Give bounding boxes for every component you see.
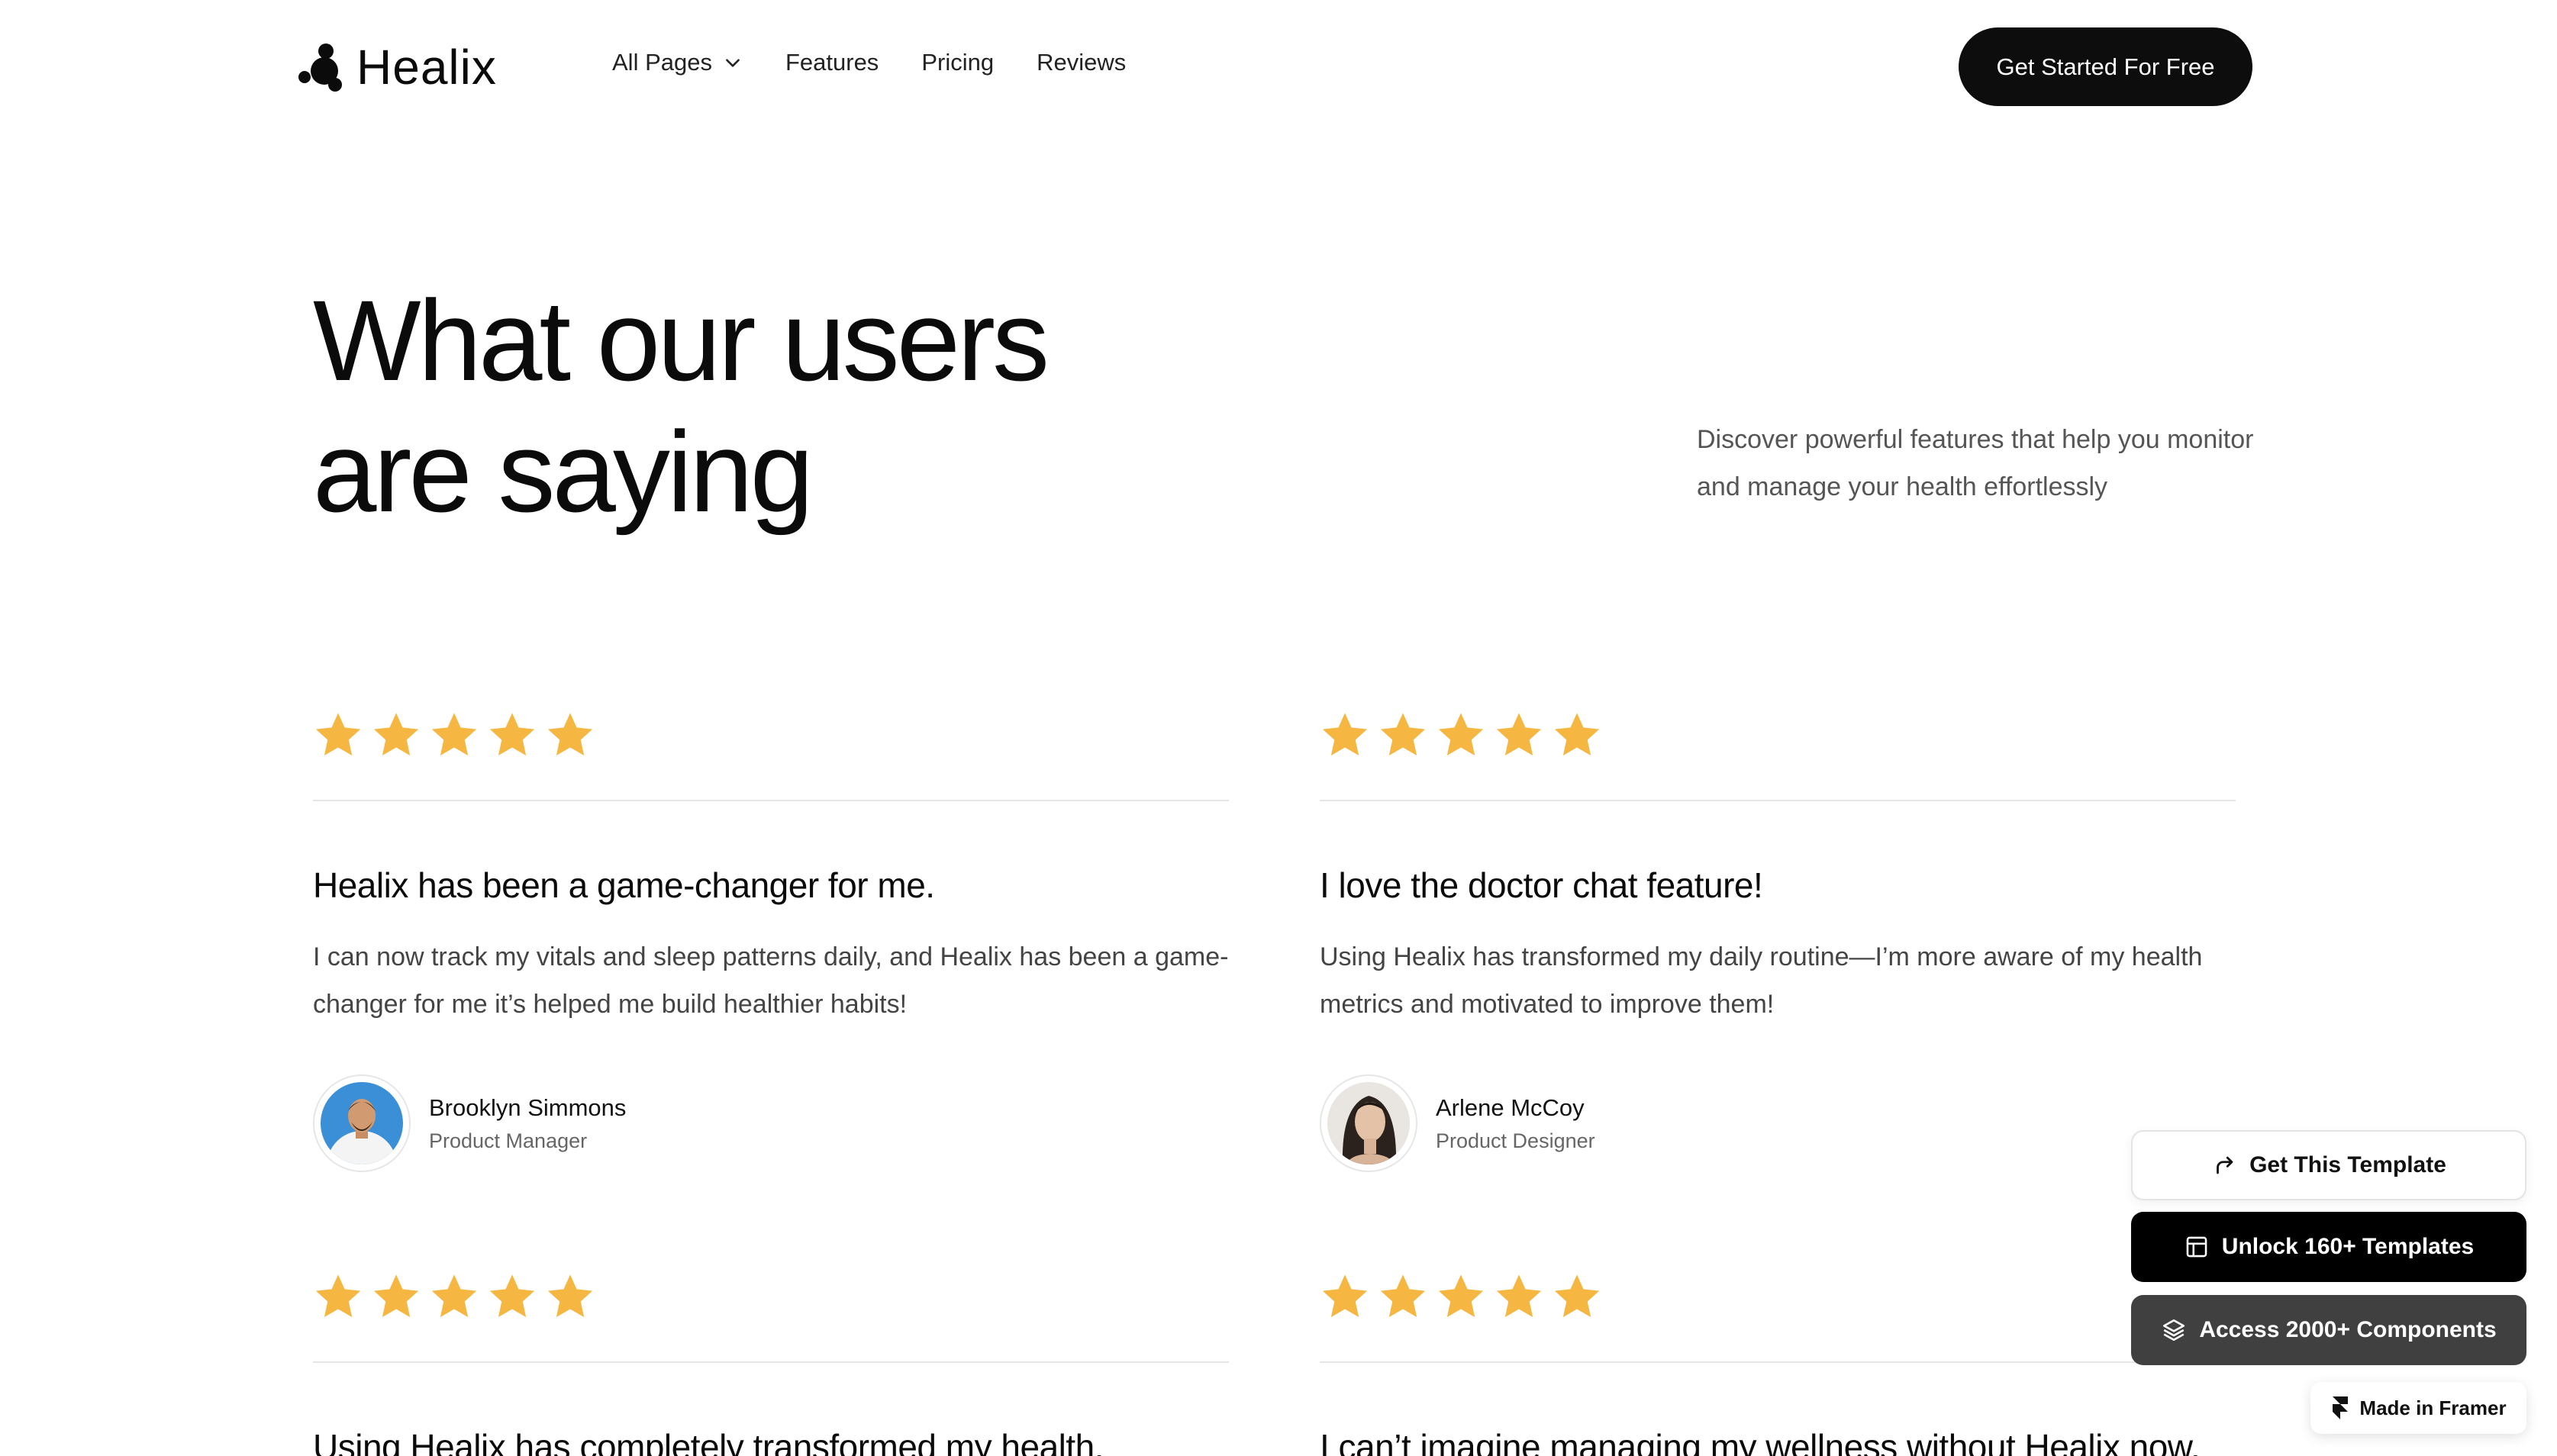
star-icon: [315, 1274, 361, 1317]
nav-all-pages[interactable]: All Pages: [612, 49, 743, 76]
nav-features[interactable]: Features: [785, 49, 879, 76]
reviewer: Brooklyn Simmons Product Manager: [313, 1074, 626, 1172]
star-icon: [1322, 1274, 1368, 1317]
star-rating: [1320, 708, 2236, 762]
star-icon: [373, 1274, 419, 1317]
star-icon: [373, 713, 419, 755]
layers-icon: [2163, 1319, 2185, 1342]
review-body: Using Healix has transformed my daily ro…: [1320, 942, 2203, 1019]
framer-icon: [2333, 1396, 2349, 1419]
page-title-line-1: What our users: [313, 276, 1050, 404]
avatar-photo: [321, 1082, 403, 1164]
logo-text: Healix: [356, 40, 497, 95]
star-icon: [1554, 1274, 1600, 1317]
nav-pricing[interactable]: Pricing: [921, 49, 994, 76]
avatar-photo: [1327, 1082, 1410, 1164]
reviewer-role: Product Manager: [429, 1129, 588, 1152]
star-icon: [1438, 713, 1484, 755]
nav-reviews[interactable]: Reviews: [1037, 49, 1126, 76]
reviewer-info: Arlene McCoy Product Designer: [1436, 1094, 1595, 1153]
unlock-templates-button[interactable]: Unlock 160+ Templates: [2131, 1212, 2526, 1282]
review-title: I love the doctor chat feature!: [1320, 865, 1763, 905]
healix-molecule-icon: [298, 43, 342, 92]
star-icon: [489, 1274, 535, 1317]
star-icon: [431, 713, 477, 755]
page-title-line-2: are saying: [313, 407, 814, 536]
divider: [313, 800, 1229, 801]
review-title: Using Healix has completely transformed …: [313, 1427, 1104, 1456]
layout-icon: [2186, 1236, 2207, 1258]
access-components-button[interactable]: Access 2000+ Components: [2131, 1295, 2526, 1365]
star-rating: [313, 1270, 1229, 1323]
main-nav: All Pages Features Pricing Reviews: [612, 49, 1126, 76]
share-arrow-icon: [2217, 1156, 2233, 1174]
avatar: [1320, 1074, 1417, 1172]
reviewer-name: Arlene McCoy: [1436, 1094, 1585, 1121]
hero-subtitle: Discover powerful features that help you…: [1697, 425, 2254, 501]
review-title: Healix has been a game-changer for me.: [313, 865, 935, 905]
star-icon: [431, 1274, 477, 1317]
made-in-framer-badge[interactable]: Made in Framer: [2310, 1382, 2526, 1434]
made-in-framer-label: Made in Framer: [2359, 1396, 2507, 1419]
reviewer-info: Brooklyn Simmons Product Manager: [429, 1094, 626, 1153]
review-title: I can’t imagine managing my wellness wit…: [1320, 1427, 2201, 1456]
star-icon: [1438, 1274, 1484, 1317]
star-icon: [1380, 1274, 1426, 1317]
reviewer-name: Brooklyn Simmons: [429, 1094, 627, 1121]
get-started-button[interactable]: Get Started For Free: [1959, 27, 2252, 106]
get-template-button[interactable]: Get This Template: [2131, 1130, 2526, 1200]
star-icon: [547, 713, 593, 755]
reviewer-role: Product Designer: [1436, 1129, 1595, 1152]
review-card: I love the doctor chat feature! Using He…: [1320, 708, 2236, 1172]
star-icon: [1322, 713, 1368, 755]
star-icon: [489, 713, 535, 755]
star-icon: [1496, 1274, 1542, 1317]
nav-all-pages-label: All Pages: [612, 49, 712, 76]
chevron-down-icon: [726, 59, 740, 67]
star-icon: [1554, 713, 1600, 755]
star-icon: [315, 713, 361, 755]
site-header: Healix All Pages Features Pricing Review…: [0, 0, 2557, 134]
get-template-label: Get This Template: [2249, 1152, 2446, 1177]
avatar: [313, 1074, 411, 1172]
unlock-templates-label: Unlock 160+ Templates: [2221, 1234, 2475, 1259]
logo[interactable]: Healix: [295, 38, 497, 96]
review-body: I can now track my vitals and sleep patt…: [313, 942, 1229, 1019]
access-components-label: Access 2000+ Components: [2199, 1317, 2497, 1342]
star-icon: [547, 1274, 593, 1317]
divider: [1320, 1361, 2236, 1363]
star-rating: [1320, 1270, 2236, 1323]
star-icon: [1496, 713, 1542, 755]
reviewer: Arlene McCoy Product Designer: [1320, 1074, 1595, 1172]
page-title: What our users are saying: [313, 275, 1458, 537]
star-icon: [1380, 713, 1426, 755]
review-card: Healix has been a game-changer for me. I…: [313, 708, 1229, 1172]
divider: [1320, 800, 2236, 801]
review-card: Using Healix has completely transformed …: [313, 1270, 1229, 1456]
divider: [313, 1361, 1229, 1363]
star-rating: [313, 708, 1229, 762]
review-card: I can’t imagine managing my wellness wit…: [1320, 1270, 2236, 1456]
